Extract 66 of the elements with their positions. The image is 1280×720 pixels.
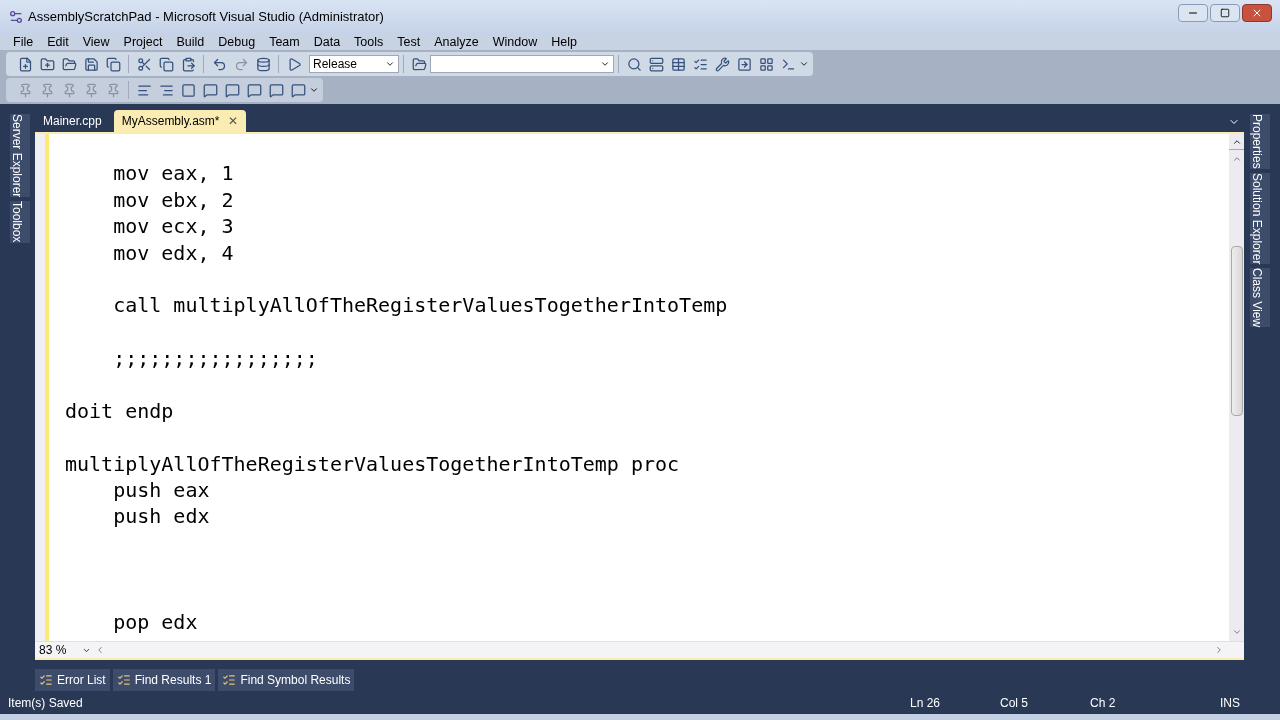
menu-item[interactable]: Edit: [40, 32, 76, 52]
insert-mode: INS: [1220, 695, 1240, 712]
code-line: mov edx, 4: [112, 239, 234, 266]
status-message: Item(s) Saved: [8, 695, 83, 712]
menu-item[interactable]: Tools: [347, 32, 391, 52]
code-line: ;;;;;;;;;;;;;;;;;: [112, 345, 318, 372]
list-icon: [39, 673, 53, 687]
tab-label: Find Results 1: [134, 672, 212, 689]
list-icon: [222, 673, 237, 687]
tool-window-tab[interactable]: Toolbox: [10, 201, 30, 243]
code-line: doit endp: [65, 397, 174, 425]
menu-item[interactable]: Analyze: [427, 32, 486, 52]
document-tab[interactable]: MyAssembly.asm* ✕: [113, 110, 246, 132]
code-line: multiplyAllOfTheRegisterValuesTogetherIntoTemp proc: [65, 450, 680, 478]
menu-item[interactable]: Data: [306, 32, 348, 52]
code-line: pop edx: [112, 609, 198, 636]
window-title: AssemblyScratchPad - Microsoft Visual Studio (Administrator): [28, 8, 384, 27]
close-icon: [1251, 7, 1263, 19]
tool-window-tab[interactable]: Properties: [1249, 114, 1270, 169]
tool-window-tab[interactable]: Server Explorer: [10, 114, 30, 198]
zoom-dropdown[interactable]: 83 %: [35, 641, 95, 659]
configuration-value: Release: [313, 56, 358, 73]
tool-window-tab[interactable]: Find Results 1: [112, 669, 216, 691]
code-line: call multiplyAllOfTheRegisterValuesTogetherIntoTemp: [112, 292, 728, 319]
char-number: Ch 2: [1090, 695, 1117, 712]
tool-window-tab[interactable]: Class View: [1249, 268, 1270, 328]
line-number: Ln 26: [910, 695, 941, 712]
caret-icon: [600, 59, 610, 69]
tool-window-tab[interactable]: Solution Explorer: [1249, 172, 1270, 265]
menu-item[interactable]: Team: [262, 32, 307, 52]
close-tab-glyph[interactable]: ✕: [227, 112, 238, 130]
scroll-left-icon[interactable]: [95, 645, 105, 655]
code-line: push eax: [112, 477, 210, 504]
maximize-button[interactable]: [1210, 4, 1240, 22]
code-line: mov ebx, 2: [112, 186, 234, 214]
app-icon: [8, 9, 24, 25]
overflow-icon[interactable]: [309, 85, 319, 95]
column-number: Col 5: [1000, 695, 1029, 712]
tab-label: Find Symbol Results: [240, 672, 351, 689]
tab-label: Error List: [57, 672, 106, 689]
minimize-button[interactable]: [1178, 4, 1208, 22]
overflow-icon[interactable]: [799, 59, 809, 69]
menu-item[interactable]: Help: [544, 32, 584, 52]
menu-item[interactable]: Test: [390, 32, 428, 52]
scrollbar-thumb[interactable]: [1230, 246, 1243, 416]
scroll-right-icon[interactable]: [1214, 645, 1224, 655]
scroll-down-icon[interactable]: [1231, 627, 1242, 637]
tool-window-tab[interactable]: Find Symbol Results: [218, 669, 355, 691]
document-tab[interactable]: Mainer.cpp: [35, 110, 110, 132]
close-button[interactable]: [1242, 4, 1272, 22]
tool-window-tab[interactable]: Error List: [35, 669, 110, 691]
configuration-dropdown[interactable]: Release: [309, 55, 399, 73]
caret-icon: [385, 59, 395, 69]
menu-item[interactable]: File: [6, 32, 41, 52]
code-line: mov ecx, 3: [112, 213, 234, 240]
menu-item[interactable]: Debug: [211, 32, 263, 52]
menu-item[interactable]: View: [75, 32, 117, 52]
menu-item[interactable]: Build: [169, 32, 212, 52]
zoom-value: 83 %: [39, 642, 67, 659]
scroll-up-icon[interactable]: [1231, 154, 1242, 164]
code-line: mov eax, 1: [112, 160, 234, 187]
menu-item[interactable]: Project: [116, 32, 170, 52]
code-line: push edx: [112, 503, 210, 530]
maximize-icon: [1220, 8, 1230, 18]
list-icon: [116, 673, 131, 687]
menu-item[interactable]: Window: [485, 32, 545, 52]
